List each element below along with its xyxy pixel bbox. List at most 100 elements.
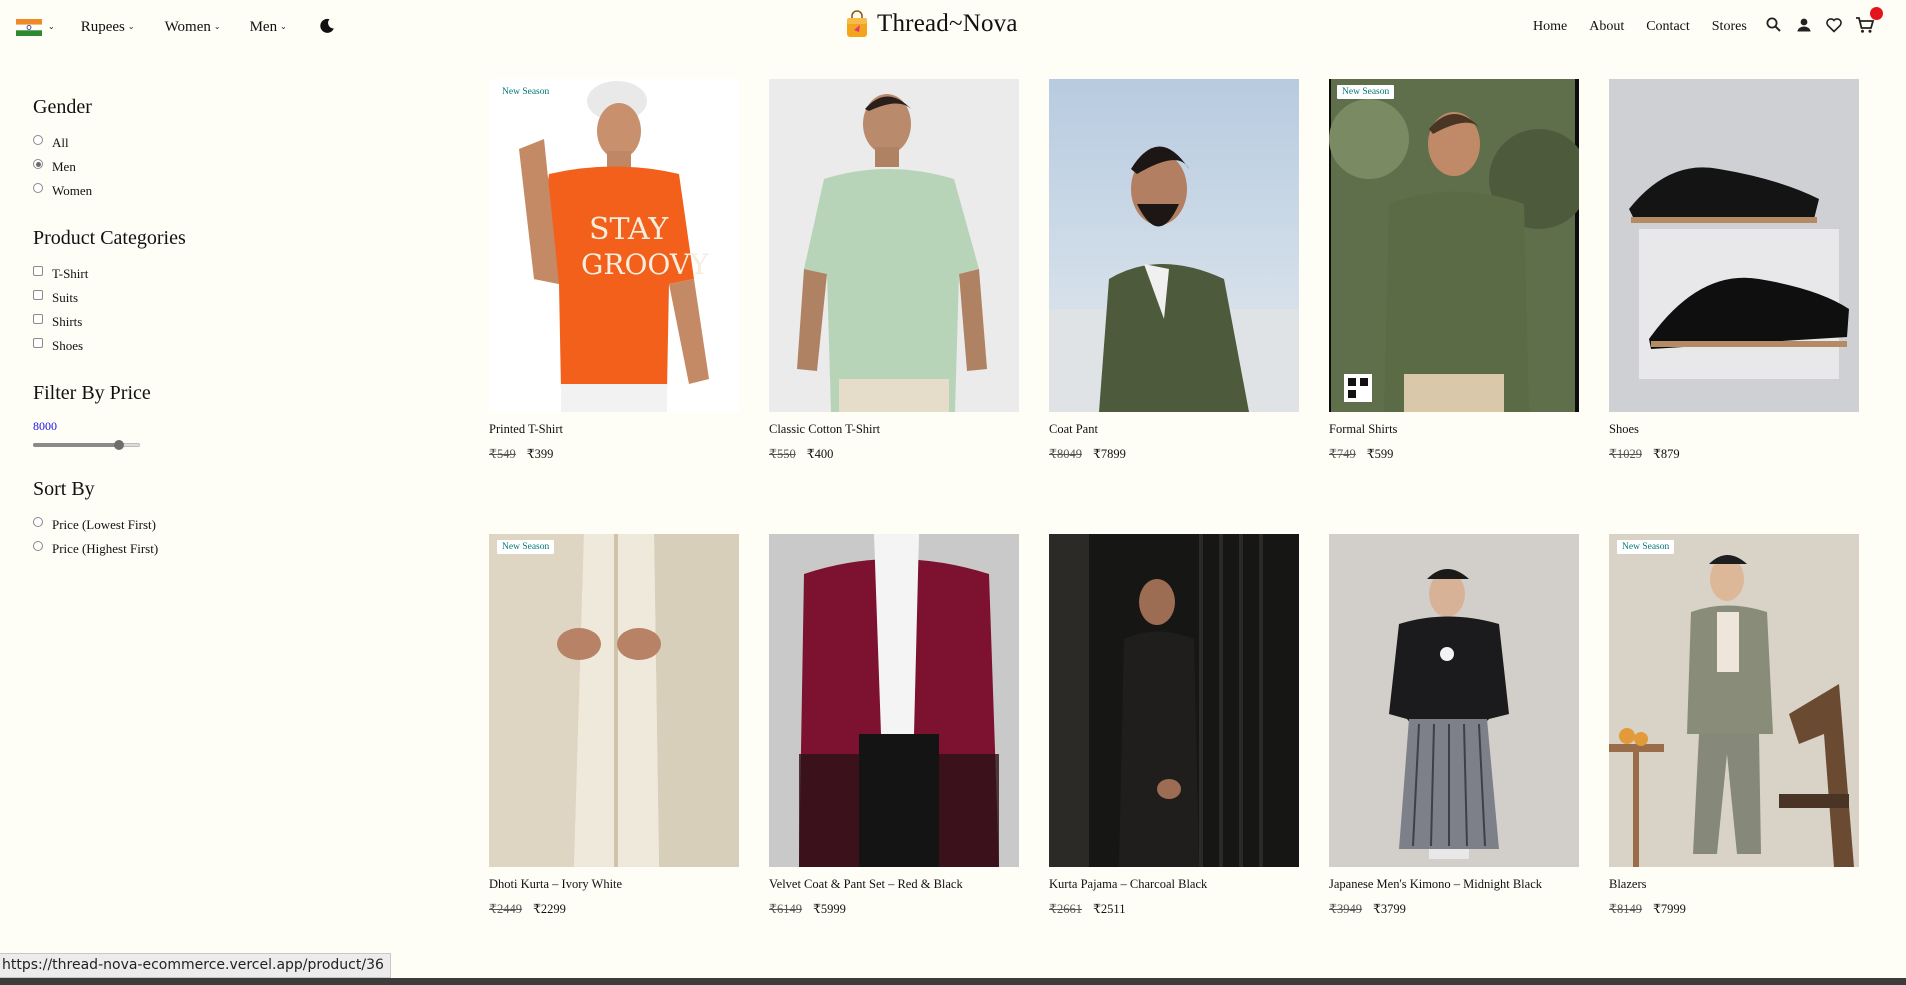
product-card[interactable]: Kurta Pajama – Charcoal Black ₹2661 ₹251… bbox=[1049, 534, 1299, 917]
nav-contact[interactable]: Contact bbox=[1646, 19, 1690, 35]
option-label: All bbox=[52, 135, 69, 150]
product-card[interactable]: Japanese Men's Kimono – Midnight Black ₹… bbox=[1329, 534, 1579, 917]
sort-option-highest[interactable]: Price (Highest First) bbox=[33, 537, 333, 561]
product-title[interactable]: Velvet Coat & Pant Set – Red & Black bbox=[769, 877, 1019, 892]
sale-price: ₹400 bbox=[806, 447, 834, 461]
nav-home[interactable]: Home bbox=[1533, 19, 1567, 35]
price-heading: Filter By Price bbox=[33, 382, 151, 404]
radio-button[interactable] bbox=[33, 135, 43, 145]
product-title[interactable]: Japanese Men's Kimono – Midnight Black bbox=[1329, 877, 1579, 892]
brand-name: Thread~Nova bbox=[877, 10, 1018, 37]
price-slider[interactable] bbox=[33, 440, 140, 450]
currency-dropdown[interactable]: Rupees ⌄ bbox=[81, 19, 135, 36]
product-title[interactable]: Formal Shirts bbox=[1329, 422, 1579, 437]
option-label: Shirts bbox=[52, 314, 83, 329]
product-image[interactable] bbox=[1329, 534, 1579, 867]
women-label: Women bbox=[164, 18, 211, 35]
radio-button[interactable] bbox=[33, 159, 43, 169]
cart-icon[interactable] bbox=[1855, 7, 1883, 36]
product-price: ₹2449 ₹2299 bbox=[489, 901, 739, 917]
product-image[interactable]: New Season bbox=[489, 534, 739, 867]
product-image[interactable] bbox=[1049, 534, 1299, 867]
window-bottom-edge bbox=[0, 978, 1906, 985]
original-price: ₹8149 bbox=[1609, 902, 1642, 916]
product-image[interactable] bbox=[769, 534, 1019, 867]
header-left: ⌄ Rupees ⌄ Women ⌄ Men ⌄ bbox=[16, 0, 337, 54]
categories-heading: Product Categories bbox=[33, 227, 186, 249]
checkbox[interactable] bbox=[33, 290, 43, 300]
product-price: ₹8149 ₹7999 bbox=[1609, 901, 1859, 917]
checkbox[interactable] bbox=[33, 266, 43, 276]
product-image[interactable] bbox=[1049, 79, 1299, 412]
option-label: Women bbox=[52, 183, 93, 198]
sale-price: ₹2511 bbox=[1092, 902, 1126, 916]
product-card[interactable]: Shoes ₹1029 ₹879 bbox=[1609, 79, 1859, 462]
sale-price: ₹7999 bbox=[1652, 902, 1686, 916]
nav-about[interactable]: About bbox=[1589, 19, 1624, 35]
product-image[interactable]: New Season bbox=[1609, 534, 1859, 867]
product-title[interactable]: Blazers bbox=[1609, 877, 1859, 892]
product-image[interactable]: STAY GROOVY New Season bbox=[489, 79, 739, 412]
product-title[interactable]: Classic Cotton T-Shirt bbox=[769, 422, 1019, 437]
product-image[interactable] bbox=[1609, 79, 1859, 412]
product-card[interactable]: Velvet Coat & Pant Set – Red & Black ₹61… bbox=[769, 534, 1019, 917]
new-season-badge: New Season bbox=[1617, 540, 1675, 554]
original-price: ₹549 bbox=[489, 447, 516, 461]
shopping-bag-logo-icon bbox=[845, 10, 869, 38]
product-image[interactable] bbox=[769, 79, 1019, 412]
gender-option-men[interactable]: Men bbox=[33, 155, 333, 179]
slider-thumb[interactable] bbox=[113, 440, 124, 450]
moon-icon[interactable] bbox=[319, 18, 337, 36]
checkbox[interactable] bbox=[33, 314, 43, 324]
men-dropdown[interactable]: Men ⌄ bbox=[250, 19, 287, 36]
product-title[interactable]: Kurta Pajama – Charcoal Black bbox=[1049, 877, 1299, 892]
product-image[interactable]: New Season bbox=[1329, 79, 1579, 412]
product-title[interactable]: Printed T-Shirt bbox=[489, 422, 739, 437]
product-card[interactable]: New Season Blazers ₹8149 ₹7999 bbox=[1609, 534, 1859, 917]
new-season-badge: New Season bbox=[497, 85, 555, 99]
original-price: ₹2449 bbox=[489, 902, 522, 916]
heart-icon[interactable] bbox=[1825, 16, 1845, 36]
original-price: ₹550 bbox=[769, 447, 796, 461]
sale-price: ₹3799 bbox=[1372, 902, 1406, 916]
product-grid: STAY GROOVY New Season Printed T-Shirt ₹… bbox=[489, 79, 1861, 917]
product-price: ₹749 ₹599 bbox=[1329, 446, 1579, 462]
nav-stores[interactable]: Stores bbox=[1712, 19, 1747, 35]
slider-fill bbox=[33, 443, 119, 447]
sort-option-lowest[interactable]: Price (Lowest First) bbox=[33, 513, 333, 537]
product-card[interactable]: Coat Pant ₹8049 ₹7899 bbox=[1049, 79, 1299, 462]
product-title[interactable]: Dhoti Kurta – Ivory White bbox=[489, 877, 739, 892]
product-price: ₹2661 ₹2511 bbox=[1049, 901, 1299, 917]
original-price: ₹2661 bbox=[1049, 902, 1082, 916]
search-icon[interactable] bbox=[1765, 16, 1785, 36]
product-title[interactable]: Shoes bbox=[1609, 422, 1859, 437]
category-option-suits[interactable]: Suits bbox=[33, 286, 333, 310]
brand[interactable]: Thread~Nova bbox=[845, 10, 1018, 38]
chevron-down-icon: ⌄ bbox=[127, 21, 135, 31]
product-card[interactable]: New Season Formal Shirts ₹749 ₹599 bbox=[1329, 79, 1579, 462]
gender-filter: Gender All Men Women bbox=[33, 96, 333, 203]
checkbox[interactable] bbox=[33, 338, 43, 348]
link-status-bar: https://thread-nova-ecommerce.vercel.app… bbox=[0, 953, 391, 978]
product-price: ₹8049 ₹7899 bbox=[1049, 446, 1299, 462]
category-option-tshirt[interactable]: T-Shirt bbox=[33, 262, 333, 286]
radio-button[interactable] bbox=[33, 541, 43, 551]
gender-option-women[interactable]: Women bbox=[33, 179, 333, 203]
product-card[interactable]: New Season Dhoti Kurta – Ivory White ₹24… bbox=[489, 534, 739, 917]
sort-options: Sort By Price (Lowest First) Price (High… bbox=[33, 478, 333, 561]
radio-button[interactable] bbox=[33, 183, 43, 193]
country-selector[interactable]: ⌄ bbox=[16, 18, 55, 36]
option-label: Shoes bbox=[52, 338, 84, 353]
radio-button[interactable] bbox=[33, 517, 43, 527]
product-card[interactable]: Classic Cotton T-Shirt ₹550 ₹400 bbox=[769, 79, 1019, 462]
women-dropdown[interactable]: Women ⌄ bbox=[165, 19, 221, 36]
cart-count-badge bbox=[1870, 7, 1883, 20]
original-price: ₹1029 bbox=[1609, 447, 1642, 461]
user-icon[interactable] bbox=[1795, 16, 1815, 36]
product-card[interactable]: STAY GROOVY New Season Printed T-Shirt ₹… bbox=[489, 79, 739, 462]
product-title[interactable]: Coat Pant bbox=[1049, 422, 1299, 437]
category-option-shirts[interactable]: Shirts bbox=[33, 310, 333, 334]
original-price: ₹3949 bbox=[1329, 902, 1362, 916]
category-option-shoes[interactable]: Shoes bbox=[33, 334, 333, 358]
gender-option-all[interactable]: All bbox=[33, 131, 333, 155]
